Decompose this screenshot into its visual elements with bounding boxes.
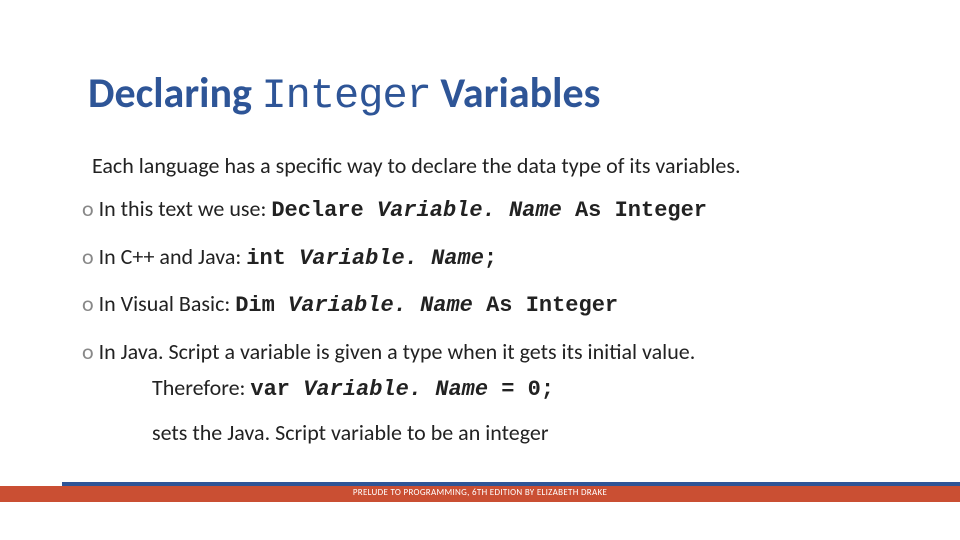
b1-pre: In this text we use: — [99, 195, 272, 222]
b3-kw1: Dim — [235, 293, 288, 318]
intro-text: Each language has a specific way to decl… — [92, 152, 741, 179]
b1-var: Variable. Name — [377, 198, 562, 223]
b4-eq: = 0; — [488, 377, 554, 402]
b2-pre: In C++ and Java: — [99, 243, 247, 270]
b1-kw2: As Integer — [562, 198, 707, 223]
b3-kw2: As Integer — [473, 293, 618, 318]
title-post: Variables — [431, 68, 600, 119]
bullet-2: In C++ and Java: int Variable. Name; — [82, 242, 882, 274]
b4-therefore: Therefore: — [152, 374, 250, 401]
b3-pre: In Visual Basic: — [99, 290, 236, 317]
b4-var: Variable. Name — [303, 377, 488, 402]
b4-line3: sets the Java. Script variable to be an … — [152, 418, 882, 448]
footer-text: PRELUDE TO PROGRAMMING, 6TH EDITION BY E… — [0, 487, 960, 498]
bullet-3: In Visual Basic: Dim Variable. Name As I… — [82, 289, 882, 321]
b2-var: Variable. Name — [299, 246, 484, 271]
slide-title: Declaring Integer Variables — [88, 68, 600, 120]
b4-line2: Therefore: var Variable. Name = 0; — [152, 373, 882, 405]
b1-kw1: Declare — [271, 198, 377, 223]
b4-pre: In Java. Script a variable is given a ty… — [99, 338, 696, 365]
b3-var: Variable. Name — [288, 293, 473, 318]
bullet-1: In this text we use: Declare Variable. N… — [82, 194, 882, 226]
bullet-4: In Java. Script a variable is given a ty… — [82, 337, 882, 448]
bullet-list: In this text we use: Declare Variable. N… — [82, 194, 882, 464]
title-mono: Integer — [261, 72, 430, 120]
slide: Declaring Integer Variables Each languag… — [0, 0, 960, 540]
b4-kw1: var — [250, 377, 303, 402]
title-pre: Declaring — [88, 68, 261, 119]
b2-semi: ; — [484, 246, 497, 271]
b2-kw1: int — [246, 246, 299, 271]
